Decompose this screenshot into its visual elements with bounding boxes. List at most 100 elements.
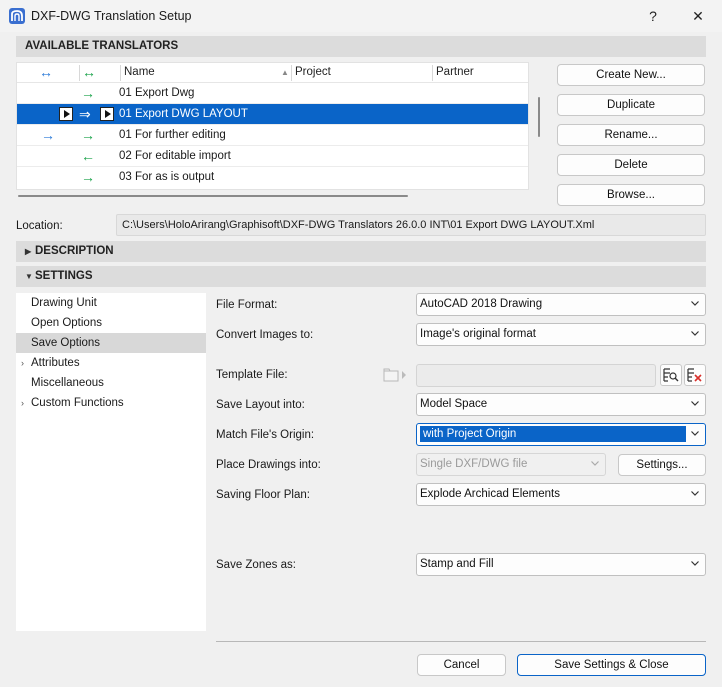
template-file-label: Template File: <box>216 369 288 381</box>
list-item[interactable]: → 01 Export Dwg <box>17 83 528 104</box>
file-format-select[interactable]: AutoCAD 2018 Drawing <box>416 293 706 316</box>
save-settings-close-button[interactable]: Save Settings & Close <box>517 654 706 676</box>
clear-file-icon[interactable] <box>684 364 706 386</box>
play-icon[interactable] <box>59 107 73 121</box>
category-label: Custom Functions <box>31 397 124 409</box>
save-layout-select[interactable]: Model Space <box>416 393 706 416</box>
play-icon[interactable] <box>100 107 114 121</box>
location-field: C:\Users\HoloArirang\Graphisoft\DXF-DWG … <box>116 214 706 236</box>
delete-button[interactable]: Delete <box>557 154 705 176</box>
chevron-down-icon <box>691 491 699 496</box>
list-item[interactable]: ⇒ 01 Export DWG LAYOUT <box>17 104 528 125</box>
browse-button[interactable]: Browse... <box>557 184 705 206</box>
help-icon[interactable]: ? <box>641 6 665 26</box>
settings-category-list[interactable]: Drawing Unit Open Options Save Options ›… <box>16 293 206 631</box>
section-title: AVAILABLE TRANSLATORS <box>25 40 179 52</box>
translator-name: 03 For as is output <box>119 171 215 183</box>
column-separator <box>291 65 292 81</box>
column-separator <box>79 65 80 81</box>
category-label: Drawing Unit <box>31 297 97 309</box>
translator-name: 01 For further editing <box>119 129 226 141</box>
location-label: Location: <box>16 220 63 232</box>
select-value: Single DXF/DWG file <box>420 458 528 470</box>
column-separator <box>432 65 433 81</box>
saving-floor-plan-label: Saving Floor Plan: <box>216 489 310 501</box>
section-title: DESCRIPTION <box>35 245 114 257</box>
list-item[interactable]: → → 01 For further editing <box>17 125 528 146</box>
place-drawings-label: Place Drawings into: <box>216 459 321 471</box>
select-value: Model Space <box>420 398 488 410</box>
save-zones-label: Save Zones as: <box>216 559 296 571</box>
bidirectional-arrow-icon[interactable]: ↔ <box>39 64 53 80</box>
category-label: Open Options <box>31 317 102 329</box>
title-bar: DXF-DWG Translation Setup ? ✕ <box>0 0 722 32</box>
saving-floor-plan-select[interactable]: Explode Archicad Elements <box>416 483 706 506</box>
browse-file-icon[interactable] <box>660 364 682 386</box>
settings-header[interactable]: ▼ SETTINGS <box>16 266 706 287</box>
template-file-field[interactable] <box>416 364 656 387</box>
chevron-down-icon <box>691 301 699 306</box>
folder-icon <box>383 368 409 382</box>
chevron-down-icon <box>691 431 699 436</box>
match-origin-select[interactable]: with Project Origin <box>416 423 706 446</box>
column-separator <box>120 65 121 81</box>
save-layout-label: Save Layout into: <box>216 399 305 411</box>
save-zones-select[interactable]: Stamp and Fill <box>416 553 706 576</box>
description-header[interactable]: ▶ DESCRIPTION <box>16 241 706 262</box>
translator-name: 02 For editable import <box>119 150 231 162</box>
convert-images-select[interactable]: Image's original format <box>416 323 706 346</box>
translator-list[interactable]: ↔ ↔ Name ▲ Project Partner → 01 Export D… <box>16 62 529 190</box>
select-value: AutoCAD 2018 Drawing <box>420 298 543 310</box>
right-arrow-icon: → <box>81 85 95 101</box>
sort-asc-icon[interactable]: ▲ <box>281 68 289 77</box>
file-format-label: File Format: <box>216 299 278 311</box>
translator-name: 01 Export Dwg <box>119 87 195 99</box>
select-value: with Project Origin <box>420 426 686 442</box>
category-custom-functions[interactable]: › Custom Functions <box>16 393 206 413</box>
column-name[interactable]: Name <box>124 66 155 78</box>
select-value: Stamp and Fill <box>420 558 494 570</box>
place-drawings-settings-button[interactable]: Settings... <box>618 454 706 476</box>
bidirectional-arrow-icon[interactable]: ↔ <box>82 64 96 80</box>
chevron-down-icon <box>691 561 699 566</box>
list-item[interactable]: → 03 For as is output <box>17 167 528 188</box>
column-project[interactable]: Project <box>295 66 331 78</box>
place-drawings-select: Single DXF/DWG file <box>416 453 606 476</box>
rename-button[interactable]: Rename... <box>557 124 705 146</box>
column-partner[interactable]: Partner <box>436 66 474 78</box>
section-title: SETTINGS <box>35 270 93 282</box>
list-header: ↔ ↔ Name ▲ Project Partner <box>17 63 528 83</box>
left-arrow-icon: ← <box>81 148 95 164</box>
duplicate-button[interactable]: Duplicate <box>557 94 705 116</box>
window-title: DXF-DWG Translation Setup <box>31 9 192 23</box>
chevron-right-icon[interactable]: › <box>21 353 24 373</box>
expand-triangle-icon: ▶ <box>25 247 32 256</box>
available-translators-header: AVAILABLE TRANSLATORS <box>16 36 706 57</box>
chevron-down-icon <box>691 401 699 406</box>
create-new-button[interactable]: Create New... <box>557 64 705 86</box>
close-icon[interactable]: ✕ <box>686 6 710 26</box>
category-miscellaneous[interactable]: Miscellaneous <box>16 373 206 393</box>
right-arrow-icon: → <box>41 127 55 143</box>
cancel-button[interactable]: Cancel <box>417 654 506 676</box>
translator-name: 01 Export DWG LAYOUT <box>119 108 248 120</box>
chevron-right-icon[interactable]: › <box>21 393 24 413</box>
chevron-down-icon <box>591 461 599 466</box>
convert-images-label: Convert Images to: <box>216 329 314 341</box>
category-drawing-unit[interactable]: Drawing Unit <box>16 293 206 313</box>
category-label: Miscellaneous <box>31 377 104 389</box>
category-label: Save Options <box>31 337 101 349</box>
horizontal-scrollbar[interactable] <box>18 195 408 197</box>
category-save-options[interactable]: Save Options <box>16 333 206 353</box>
select-value: Image's original format <box>420 328 536 340</box>
list-item[interactable]: ← 02 For editable import <box>17 146 528 167</box>
collapse-triangle-icon: ▼ <box>25 272 33 281</box>
right-arrow-icon: → <box>81 127 95 143</box>
category-open-options[interactable]: Open Options <box>16 313 206 333</box>
footer-divider <box>216 641 706 642</box>
match-origin-label: Match File's Origin: <box>216 429 315 441</box>
category-label: Attributes <box>31 357 80 369</box>
category-attributes[interactable]: › Attributes <box>16 353 206 373</box>
vertical-scrollbar[interactable] <box>538 97 540 137</box>
chevron-down-icon <box>691 331 699 336</box>
